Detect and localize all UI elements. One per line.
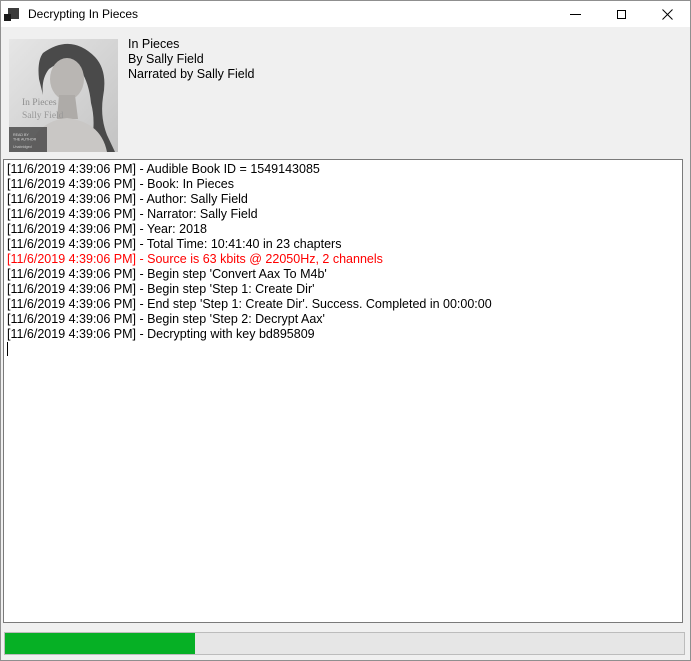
- book-info: In Pieces By Sally Field Narrated by Sal…: [128, 37, 254, 82]
- log-line: [11/6/2019 4:39:06 PM] - Book: In Pieces: [7, 177, 679, 192]
- log-line: [11/6/2019 4:39:06 PM] - Total Time: 10:…: [7, 237, 679, 252]
- client-area: In Pieces Sally Field READ BY THE AUTHOR…: [1, 27, 690, 660]
- cover-edition-text: Unabridged: [13, 145, 32, 149]
- log-line: [11/6/2019 4:39:06 PM] - Source is 63 kb…: [7, 252, 679, 267]
- app-icon-square-small: [4, 14, 11, 21]
- log-line: [11/6/2019 4:39:06 PM] - Begin step 'Ste…: [7, 282, 679, 297]
- close-button[interactable]: [644, 1, 690, 27]
- maximize-icon: [617, 10, 626, 19]
- cover-author-text: Sally Field: [22, 111, 64, 121]
- progress-bar: [4, 632, 685, 655]
- titlebar: Decrypting In Pieces: [1, 1, 690, 27]
- log-textbox[interactable]: [11/6/2019 4:39:06 PM] - Audible Book ID…: [3, 159, 683, 623]
- cover-readby-line1: READ BY: [13, 133, 29, 137]
- log-line: [11/6/2019 4:39:06 PM] - Narrator: Sally…: [7, 207, 679, 222]
- minimize-button[interactable]: [552, 1, 598, 27]
- cover-title-text: In Pieces: [22, 98, 57, 108]
- book-title: In Pieces: [128, 37, 254, 52]
- log-line: [11/6/2019 4:39:06 PM] - Author: Sally F…: [7, 192, 679, 207]
- progress-bar-fill: [5, 633, 195, 654]
- log-line: [11/6/2019 4:39:06 PM] - Begin step 'Ste…: [7, 312, 679, 327]
- book-narrator: Narrated by Sally Field: [128, 67, 254, 82]
- maximize-button[interactable]: [598, 1, 644, 27]
- log-caret-line: [7, 342, 679, 357]
- log-line: [11/6/2019 4:39:06 PM] - Year: 2018: [7, 222, 679, 237]
- app-window: Decrypting In Pieces: [0, 0, 691, 661]
- window-title: Decrypting In Pieces: [28, 7, 552, 21]
- book-author: By Sally Field: [128, 52, 254, 67]
- minimize-icon: [570, 14, 581, 15]
- log-line: [11/6/2019 4:39:06 PM] - Audible Book ID…: [7, 162, 679, 177]
- text-caret: [7, 342, 8, 356]
- close-icon: [662, 9, 673, 20]
- app-icon: [4, 6, 20, 22]
- book-cover-art: In Pieces Sally Field READ BY THE AUTHOR…: [9, 39, 118, 152]
- book-cover-image: In Pieces Sally Field READ BY THE AUTHOR…: [9, 39, 118, 152]
- cover-readby-line2: THE AUTHOR: [13, 138, 37, 142]
- log-line: [11/6/2019 4:39:06 PM] - Decrypting with…: [7, 327, 679, 342]
- log-line: [11/6/2019 4:39:06 PM] - Begin step 'Con…: [7, 267, 679, 282]
- log-line: [11/6/2019 4:39:06 PM] - End step 'Step …: [7, 297, 679, 312]
